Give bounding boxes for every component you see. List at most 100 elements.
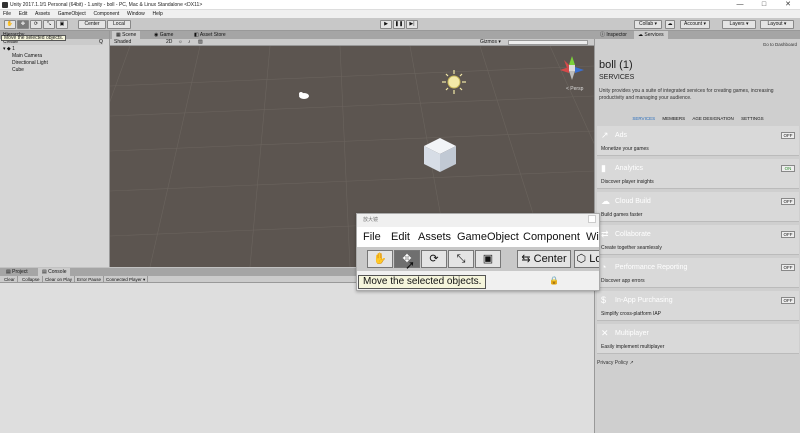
nav-members[interactable]: MEMBERS <box>662 114 685 124</box>
menu-window[interactable]: Window <box>124 10 148 18</box>
zoom-hand-tool-icon[interactable]: ✋ <box>367 250 393 268</box>
gizmos-dropdown[interactable]: Gizmos ▾ <box>480 39 501 46</box>
connected-player-dropdown[interactable]: Connected Player ▾ <box>104 276 149 283</box>
directional-light-icon <box>442 70 466 94</box>
ads-toggle[interactable]: OFF <box>781 132 795 139</box>
tab-game[interactable]: ◉ Game <box>150 31 177 39</box>
camera-icon <box>299 92 309 99</box>
scene-root[interactable]: ▾ ◆ 1 <box>3 46 15 52</box>
nav-age-designation[interactable]: AGE DESIGNATION <box>692 114 733 124</box>
account-button[interactable]: Account ▾ <box>680 20 710 29</box>
mouse-cursor-icon: ➚ <box>405 258 416 272</box>
services-header: Go to Dashboard boll (1) SERVICES Unity … <box>595 39 800 110</box>
menu-help[interactable]: Help <box>149 10 165 18</box>
persp-label: < Persp <box>566 86 584 92</box>
service-analytics[interactable]: ▮ Analytics Discover player insights ON <box>597 159 799 189</box>
privacy-policy-link[interactable]: Privacy Policy ↗ <box>597 360 634 366</box>
zoom-menu-assets[interactable]: Assets <box>418 231 451 243</box>
menu-file[interactable]: File <box>0 10 14 18</box>
audio-toggle-icon[interactable]: ♪ <box>188 39 191 46</box>
tab-asset-store[interactable]: ◧ Asset Store <box>190 31 230 39</box>
pause-icon[interactable]: ❚❚ <box>393 20 405 29</box>
main-toolbar: ✋ ✥ ⟳ ⤡ ▣ Center Local ▶ ❚❚ ▶| Collab ▾ … <box>0 18 800 31</box>
console-clear-button[interactable]: Clear <box>2 276 18 283</box>
service-cloud-build[interactable]: ☁ Cloud Build Build games faster OFF <box>597 192 799 222</box>
effects-toggle-icon[interactable]: ▨ <box>198 39 203 46</box>
shading-mode-dropdown[interactable]: Shaded <box>114 39 131 46</box>
rect-tool-icon[interactable]: ▣ <box>56 20 68 29</box>
tab-project[interactable]: ▤ Project <box>2 268 32 276</box>
title-bar: Unity 2017.1.1f1 Personal (64bit) - 1.un… <box>0 0 800 10</box>
rotate-tool-icon[interactable]: ⟳ <box>30 20 42 29</box>
cloud-build-icon: ☁ <box>601 196 610 206</box>
tab-scene[interactable]: ▦ Scene <box>112 31 141 39</box>
hierarchy-search-input[interactable]: Q <box>99 39 103 45</box>
nav-settings[interactable]: SETTINGS <box>741 114 764 124</box>
hierarchy-panel: Hierarchy Create Q ▾ ◆ 1 Main Camera Dir… <box>0 31 110 267</box>
tab-console[interactable]: ▤ Console <box>38 268 71 276</box>
nav-services[interactable]: SERVICES <box>632 114 655 124</box>
zoom-scale-tool-icon[interactable]: ⤡ <box>448 250 474 268</box>
magnifier-close-icon[interactable] <box>588 215 596 223</box>
multiplayer-icon: ✕ <box>601 328 609 338</box>
layers-button[interactable]: Layers ▾ <box>722 20 756 29</box>
unity-logo-icon <box>2 2 8 8</box>
service-collaborate[interactable]: ⇄ Collaborate Create together seamlessly… <box>597 225 799 255</box>
play-icon[interactable]: ▶ <box>380 20 392 29</box>
zoom-pivot-local-button[interactable]: ⬡ Lo <box>574 250 599 268</box>
dashboard-link[interactable]: Go to Dashboard <box>763 42 797 47</box>
services-title: SERVICES <box>599 74 635 81</box>
zoom-rect-tool-icon[interactable]: ▣ <box>475 250 501 268</box>
2d-toggle[interactable]: 2D <box>166 39 172 46</box>
hierarchy-item-main-camera[interactable]: Main Camera <box>12 53 42 59</box>
menu-edit[interactable]: Edit <box>16 10 31 18</box>
analytics-icon: ▮ <box>601 163 606 173</box>
console-clear-on-play-button[interactable]: Clear on Play <box>43 276 76 283</box>
collab-button[interactable]: Collab ▾ <box>634 20 662 29</box>
zoom-pivot-center-button[interactable]: ⇆ Center <box>517 250 571 268</box>
magnified-toolbar: ✋ ✥ ⟳ ⤡ ▣ ⇆ Center ⬡ Lo <box>357 247 599 271</box>
menu-assets[interactable]: Assets <box>32 10 53 18</box>
tab-services[interactable]: ☁ Services <box>634 31 668 39</box>
menu-component[interactable]: Component <box>90 10 122 18</box>
service-in-app-purchasing[interactable]: $ In-App Purchasing Simplify cross-platf… <box>597 291 799 321</box>
cube-object <box>424 138 456 172</box>
cloud-icon[interactable]: ☁ <box>665 20 675 29</box>
zoom-menu-window[interactable]: Wi <box>586 231 599 243</box>
close-button[interactable]: ✕ <box>776 0 800 10</box>
zoom-menu-file[interactable]: File <box>363 231 381 243</box>
cloud-build-toggle[interactable]: OFF <box>781 198 795 205</box>
console-body[interactable] <box>0 283 594 433</box>
menu-gameobject[interactable]: GameObject <box>55 10 89 18</box>
console-error-pause-button[interactable]: Error Pause <box>75 276 105 283</box>
scale-tool-icon[interactable]: ⤡ <box>43 20 55 29</box>
lighting-toggle-icon[interactable]: ☼ <box>178 39 183 46</box>
tab-inspector[interactable]: ⓘ Inspector <box>596 31 631 39</box>
hierarchy-item-directional-light[interactable]: Directional Light <box>12 60 48 66</box>
scene-search-input[interactable] <box>508 40 588 45</box>
pivot-center-button[interactable]: Center <box>78 20 106 29</box>
console-collapse-button[interactable]: Collapse <box>20 276 43 283</box>
hand-tool-icon[interactable]: ✋ <box>4 20 16 29</box>
zoom-menu-edit[interactable]: Edit <box>391 231 410 243</box>
magnifier-window: 放大镜 File Edit Assets GameObject Componen… <box>356 213 600 291</box>
hierarchy-item-cube[interactable]: Cube <box>12 67 24 73</box>
layout-button[interactable]: Layout ▾ <box>760 20 794 29</box>
iap-toggle[interactable]: OFF <box>781 297 795 304</box>
analytics-toggle[interactable]: ON <box>781 165 795 172</box>
zoom-menu-gameobject[interactable]: GameObject <box>457 231 519 243</box>
zoom-rotate-tool-icon[interactable]: ⟳ <box>421 250 447 268</box>
lock-icon[interactable]: 🔒 <box>549 276 559 285</box>
service-multiplayer[interactable]: ✕ Multiplayer Easily implement multiplay… <box>597 324 799 354</box>
step-icon[interactable]: ▶| <box>406 20 418 29</box>
maximize-button[interactable]: □ <box>752 0 776 10</box>
pivot-local-button[interactable]: Local <box>107 20 131 29</box>
service-performance-reporting[interactable]: ◔ Performance Reporting Discover app err… <box>597 258 799 288</box>
move-tool-tooltip: Move the selected objects. <box>1 35 67 41</box>
move-tool-icon[interactable]: ✥ <box>17 20 29 29</box>
performance-toggle[interactable]: OFF <box>781 264 795 271</box>
service-ads[interactable]: ↗ Ads Monetize your games OFF <box>597 126 799 156</box>
zoom-menu-component[interactable]: Component <box>523 231 580 243</box>
minimize-button[interactable]: — <box>728 0 752 10</box>
collaborate-toggle[interactable]: OFF <box>781 231 795 238</box>
